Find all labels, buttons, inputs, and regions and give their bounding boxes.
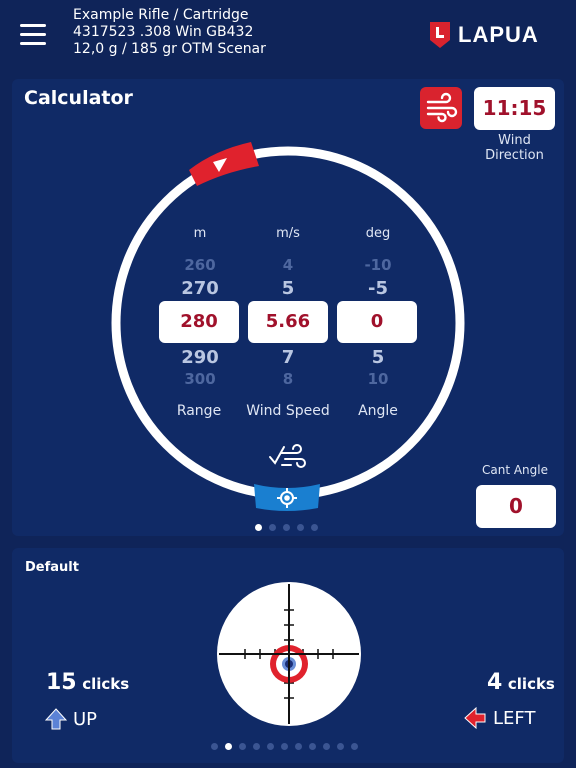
wind-speed-next2[interactable]: 8 [248, 370, 328, 388]
arrow-left-icon [464, 707, 486, 729]
wind-direction-label: Wind Direction [474, 133, 555, 163]
bullet-info: 12,0 g / 185 gr OTM Scenar [73, 41, 266, 57]
page-dot[interactable] [351, 743, 358, 750]
range-next1[interactable]: 290 [160, 347, 240, 368]
calculator-page-indicator[interactable] [255, 524, 318, 531]
wind-speed-prev1[interactable]: 5 [248, 278, 328, 299]
logo-text: LAPUA [458, 22, 539, 47]
horizontal-clicks: 4 clicks [487, 670, 555, 695]
default-page-indicator[interactable] [211, 743, 358, 750]
wind-speed-unit: m/s [276, 226, 300, 241]
calculator-title: Calculator [24, 87, 133, 109]
page-dot[interactable] [309, 743, 316, 750]
range-unit: m [193, 226, 207, 241]
target-button[interactable] [252, 480, 322, 514]
page-dot[interactable] [283, 524, 290, 531]
page-dot[interactable] [323, 743, 330, 750]
angle-prev2[interactable]: -10 [338, 256, 418, 274]
horizontal-clicks-unit: clicks [507, 675, 555, 693]
horizontal-direction-label: LEFT [493, 707, 536, 729]
angle-next2[interactable]: 10 [338, 370, 418, 388]
arrow-up-icon [45, 708, 67, 730]
page-dot[interactable] [225, 743, 232, 750]
page-dot[interactable] [297, 524, 304, 531]
default-title: Default [25, 560, 79, 575]
horizontal-direction: LEFT [463, 707, 535, 729]
page-dot[interactable] [239, 743, 246, 750]
range-prev2[interactable]: 260 [160, 256, 240, 274]
page-dot[interactable] [295, 743, 302, 750]
lapua-logo: LAPUA [428, 20, 539, 50]
lapua-logo-icon [430, 22, 450, 48]
vertical-direction-label: UP [73, 708, 98, 730]
wind-arrow-marker[interactable] [185, 140, 261, 188]
angle-prev1[interactable]: -5 [338, 278, 418, 299]
vertical-clicks-count: 15 [46, 670, 77, 695]
rifle-name: Example Rifle / Cartridge [73, 7, 249, 23]
cant-angle-value[interactable]: 0 [476, 485, 556, 528]
cartridge-name: 4317523 .308 Win GB432 [73, 24, 254, 40]
page-dot[interactable] [267, 743, 274, 750]
wind-direction-time[interactable]: 11:15 [474, 87, 555, 130]
range-prev1[interactable]: 270 [160, 278, 240, 299]
page-dot[interactable] [211, 743, 218, 750]
angle-label: Angle [358, 403, 398, 419]
vertical-direction: UP [45, 707, 97, 731]
horizontal-clicks-count: 4 [487, 670, 503, 695]
page-dot[interactable] [281, 743, 288, 750]
angle-value[interactable]: 0 [337, 301, 417, 343]
page-dot[interactable] [253, 743, 260, 750]
wind-button[interactable] [420, 87, 462, 129]
wind-speed-prev2[interactable]: 4 [248, 256, 328, 274]
wind-speed-next1[interactable]: 7 [248, 347, 328, 368]
menu-icon[interactable] [20, 23, 48, 47]
wind-icon [426, 92, 458, 123]
angle-unit: deg [365, 226, 391, 241]
wind-direction-label-line2: Direction [485, 148, 544, 163]
vertical-clicks-unit: clicks [82, 675, 130, 693]
wind-check-icon[interactable] [267, 440, 307, 472]
wind-speed-value[interactable]: 5.66 [248, 301, 328, 343]
page-dot[interactable] [255, 524, 262, 531]
vertical-clicks: 15 clicks [46, 670, 129, 695]
angle-next1[interactable]: 5 [338, 347, 418, 368]
cant-angle-label: Cant Angle [481, 463, 548, 477]
range-value[interactable]: 280 [159, 301, 239, 343]
range-next2[interactable]: 300 [160, 370, 240, 388]
page-dot[interactable] [311, 524, 318, 531]
page-dot[interactable] [269, 524, 276, 531]
scope-reticle [217, 582, 361, 726]
header-info: Example Rifle / Cartridge 4317523 .308 W… [73, 7, 266, 58]
page-dot[interactable] [337, 743, 344, 750]
wind-direction-label-line1: Wind [498, 133, 531, 148]
